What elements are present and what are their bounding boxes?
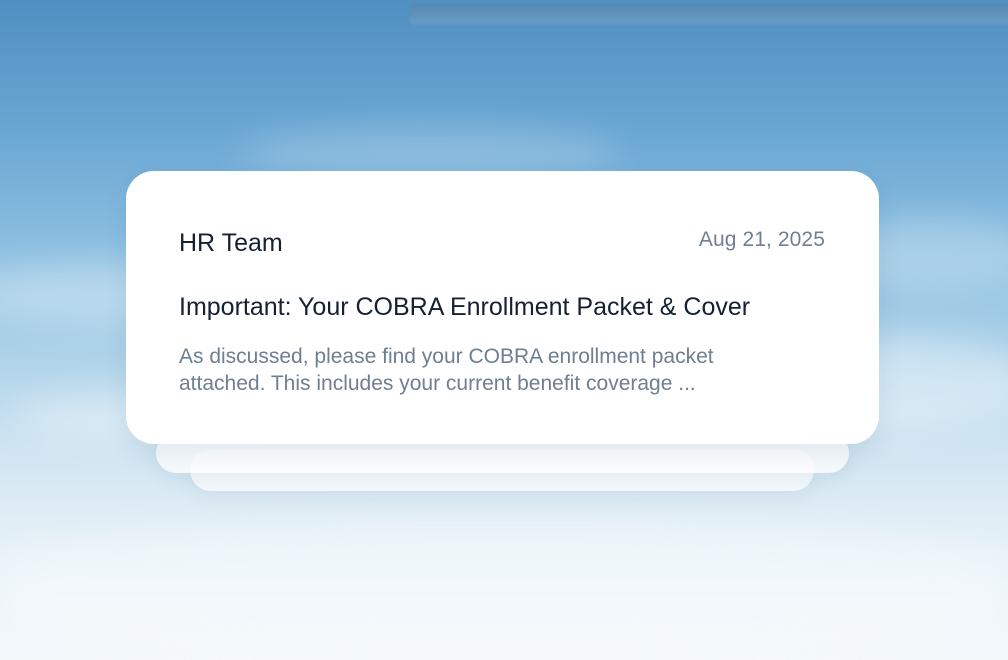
cloud-bottom-haze [0, 520, 1008, 660]
email-header-row: HR Team Aug 21, 2025 [179, 225, 825, 259]
email-notification-stack[interactable]: HR Team Aug 21, 2025 Important: Your COB… [126, 171, 879, 493]
sender-name: HR Team [179, 229, 283, 257]
email-subject: Important: Your COBRA Enrollment Packet … [179, 293, 751, 321]
top-overlay-band [410, 4, 1008, 24]
email-date: Aug 21, 2025 [698, 228, 825, 251]
email-card[interactable]: HR Team Aug 21, 2025 Important: Your COB… [126, 171, 879, 444]
email-preview: As discussed, please find your COBRA enr… [179, 345, 714, 395]
